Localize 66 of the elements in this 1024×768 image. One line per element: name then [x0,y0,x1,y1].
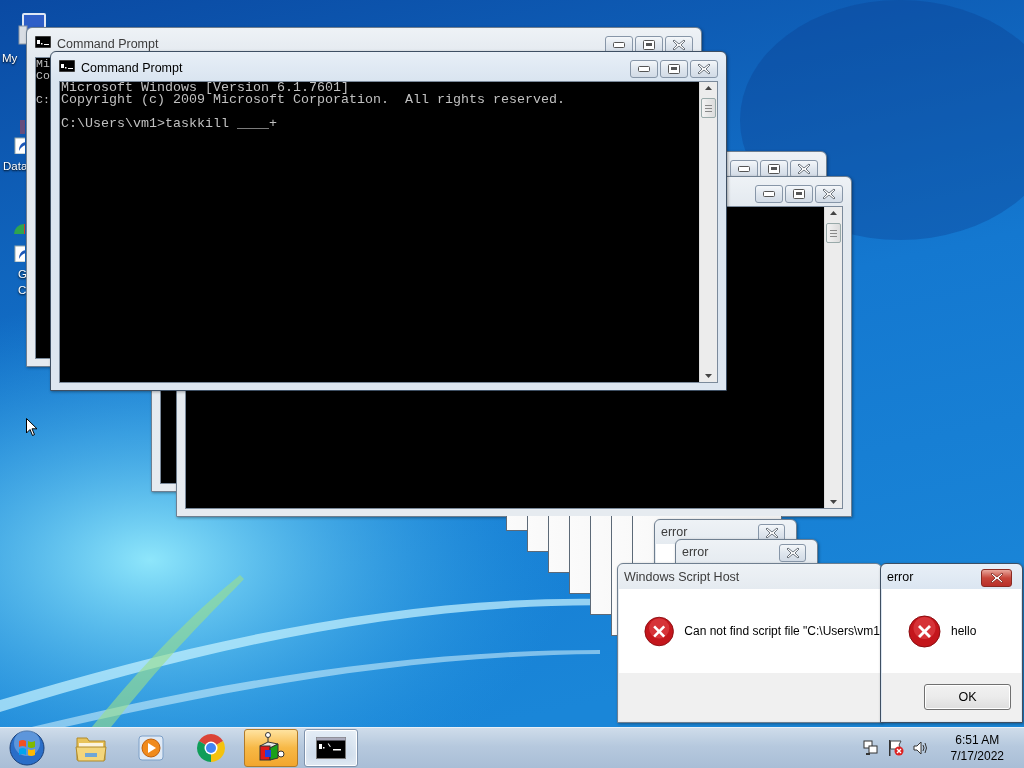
minimize-icon [763,191,775,197]
maximize-icon [643,40,655,50]
browser-icon [196,733,226,763]
folder-icon [75,734,107,762]
close-icon [797,163,811,175]
terminal-icon [316,737,346,759]
close-icon [989,572,1004,584]
maximize-icon [668,64,680,74]
console-line: Microsoft Windows [Version 6.1.7601] [61,82,349,94]
taskbar-button[interactable] [304,729,358,767]
console-line: Copyright (c) 2009 Microsoft Corporation. All rights reserved. [61,94,565,106]
desktop-icon-label[interactable]: G [18,267,27,282]
desktop-icon-label[interactable]: Data [3,159,28,174]
minimize-button[interactable] [755,185,783,203]
cursor-icon [26,418,38,437]
close-icon [764,527,779,539]
desktop-icon-label[interactable]: My [2,51,18,66]
network-icon[interactable] [862,740,879,756]
scroll-thumb[interactable] [701,98,716,118]
maximize-icon [793,189,805,199]
dialog-title: Windows Script Host [623,569,740,585]
close-button[interactable] [815,185,843,203]
console-line: C:\Users\vm1>taskkill ____+ [61,118,277,130]
clock-time: 6:51 AM [955,732,1000,748]
scroll-thumb[interactable] [826,223,841,243]
taskbar-button[interactable] [244,729,298,767]
dialog-title: error [681,544,709,560]
desktop-icon-label[interactable]: C [18,283,27,298]
scrollbar[interactable] [824,207,842,508]
speaker-icon[interactable] [912,740,929,756]
close-button[interactable] [779,544,806,562]
minimize-button[interactable] [630,60,658,78]
error-message: Can not find script file "C:\Users\vm1 [684,624,880,638]
close-button[interactable] [981,569,1012,587]
minimize-icon [738,166,750,172]
terminal-icon [35,36,51,48]
close-button[interactable] [690,60,718,78]
ok-button[interactable]: OK [924,684,1011,710]
maximize-button[interactable] [785,185,813,203]
flag-icon[interactable] [886,739,905,757]
console-line: Mi [36,58,50,70]
error-icon [908,614,941,648]
console-line: Co [36,70,50,82]
close-icon [672,39,686,51]
dialog-title: error [660,524,688,540]
maximize-button[interactable] [660,60,688,78]
error-icon [644,614,675,648]
scrollbar[interactable] [699,82,717,382]
dialog-title: error [886,569,914,585]
minimize-icon [638,66,650,72]
close-icon [697,63,711,75]
window-title: Command Prompt [57,36,159,52]
clock[interactable]: 6:51 AM 7/17/2022 [950,732,1004,764]
play-icon [138,734,164,762]
clock-date: 7/17/2022 [950,748,1004,764]
error-message: hello [951,624,977,638]
close-icon [822,188,836,200]
window-title: Command Prompt [81,60,183,76]
minimize-icon [613,42,625,48]
shortcut-icon[interactable] [14,120,25,154]
console-line: C: [36,94,50,106]
close-icon [785,547,800,559]
start-orb-icon [9,730,45,766]
maximize-icon [768,164,780,174]
terminal-icon [59,60,75,72]
browser-shortcut-icon[interactable] [14,222,25,262]
